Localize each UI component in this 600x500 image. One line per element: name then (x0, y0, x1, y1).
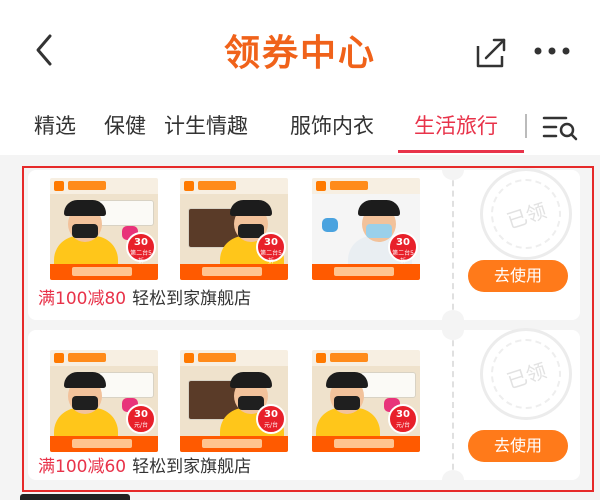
share-icon[interactable] (470, 32, 510, 72)
tab-family-planning[interactable]: 计生情趣 (164, 110, 248, 140)
highlight-box (22, 166, 594, 492)
tab-life-travel[interactable]: 生活旅行 (414, 110, 498, 140)
home-indicator (20, 494, 130, 500)
tab-featured[interactable]: 精选 (34, 110, 76, 140)
page-title: 领券中心 (223, 33, 376, 74)
tab-clothing[interactable]: 服饰内衣 (290, 110, 374, 140)
tab-divider (525, 114, 527, 138)
more-dots-icon[interactable] (530, 44, 574, 58)
category-tabs: 精选 保健 计生情趣 服饰内衣 生活旅行 (0, 100, 600, 155)
filter-menu-icon[interactable] (540, 112, 580, 142)
active-tab-indicator (398, 150, 524, 153)
tab-health[interactable]: 保健 (96, 110, 146, 140)
header: 领券中心 (0, 0, 600, 100)
